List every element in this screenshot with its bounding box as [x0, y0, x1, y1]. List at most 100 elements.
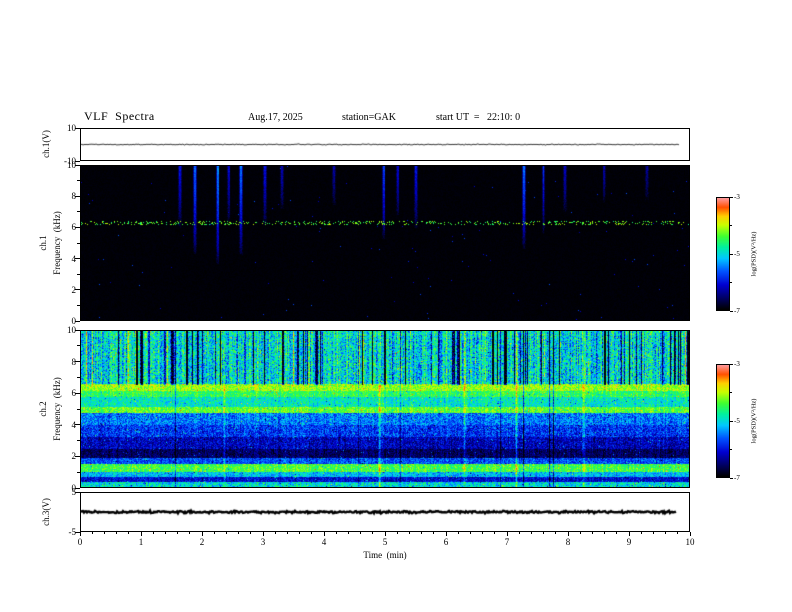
x-minor-tick: [555, 532, 557, 534]
panel-ch1-voltage: [80, 128, 690, 161]
x-minor-tick: [91, 532, 93, 534]
ch1-channel-label: ch.1: [38, 235, 48, 251]
x-tick: [201, 532, 203, 536]
x-tick: [689, 532, 691, 536]
x-minor-tick: [238, 532, 240, 534]
x-minor-tick: [616, 532, 618, 534]
x-minor-tick: [591, 532, 593, 534]
y-minor-tick: [77, 211, 80, 213]
y-minor-tick: [77, 273, 80, 275]
colorbar-ch2: [716, 364, 730, 478]
x-tick-label: 1: [138, 537, 144, 547]
y-tick-label: 8: [71, 191, 77, 202]
ch2-spectrogram-canvas: [81, 331, 689, 487]
ch1-voltage-axis-label: ch.1(V): [41, 130, 51, 158]
x-minor-tick: [250, 532, 252, 534]
x-minor-tick: [274, 532, 276, 534]
colorbar-tick-label: -3: [734, 193, 740, 201]
colorbar-tick: [730, 310, 733, 312]
x-minor-tick: [311, 532, 313, 534]
x-minor-tick: [408, 532, 410, 534]
panel-ch2-spectrogram: [80, 330, 690, 488]
colorbar-tick: [730, 363, 733, 365]
colorbar-ch1-label: log(PSD)(V²/Hz): [750, 231, 758, 277]
x-tick-label: 0: [77, 537, 83, 547]
x-minor-tick: [177, 532, 179, 534]
x-tick-label: 4: [321, 537, 327, 547]
y-minor-tick: [77, 345, 80, 347]
x-minor-tick: [299, 532, 301, 534]
x-minor-tick: [652, 532, 654, 534]
x-minor-tick: [360, 532, 362, 534]
x-tick-label: 5: [382, 537, 388, 547]
x-minor-tick: [421, 532, 423, 534]
colorbar-tick-label: -5: [734, 250, 740, 258]
y-tick-label: 4: [71, 419, 77, 430]
vlf-spectra-figure: VLF Spectra Aug.17, 2025 station=GAK sta…: [0, 0, 792, 612]
ch2-channel-label: ch.2: [38, 401, 48, 417]
y-tick-label: 8: [71, 356, 77, 367]
x-minor-tick: [530, 532, 532, 534]
x-tick-label: 2: [199, 537, 205, 547]
x-minor-tick: [494, 532, 496, 534]
x-minor-tick: [677, 532, 679, 534]
x-tick: [262, 532, 264, 536]
y-tick-label: 10: [67, 325, 76, 335]
x-minor-tick: [347, 532, 349, 534]
x-tick: [384, 532, 386, 536]
x-tick: [506, 532, 508, 536]
y-minor-tick: [77, 180, 80, 182]
x-tick-label: 8: [565, 537, 571, 547]
y-minor-tick: [77, 471, 80, 473]
x-minor-tick: [665, 532, 667, 534]
x-tick: [323, 532, 325, 536]
x-minor-tick: [116, 532, 118, 534]
x-tick: [567, 532, 569, 536]
colorbar-minor-tick: [730, 392, 732, 393]
x-minor-tick: [482, 532, 484, 534]
colorbar-tick: [730, 477, 733, 479]
ch1-voltage-trace-canvas: [81, 129, 689, 160]
ch1-frequency-axis-label: Frequency (kHz): [52, 211, 62, 275]
colorbar-tick-label: -7: [734, 474, 740, 482]
y-minor-tick: [77, 304, 80, 306]
y-minor-tick: [77, 440, 80, 442]
colorbar-tick-label: -5: [734, 417, 740, 425]
figure-date: Aug.17, 2025: [248, 112, 303, 123]
x-tick-label: 10: [685, 537, 695, 547]
colorbar-tick: [730, 420, 733, 422]
y-tick-label: 6: [71, 222, 77, 233]
ch3-voltage-trace-canvas: [81, 493, 689, 531]
ch1-spectrogram-canvas: [81, 166, 689, 320]
y-tick-label: 2: [71, 284, 77, 295]
x-tick: [79, 532, 81, 536]
y-tick-label: -5: [68, 527, 77, 537]
x-tick-label: 3: [260, 537, 266, 547]
figure-title: VLF Spectra: [84, 109, 155, 123]
x-minor-tick: [433, 532, 435, 534]
x-minor-tick: [225, 532, 227, 534]
ch2-frequency-axis-label: Frequency (kHz): [52, 377, 62, 441]
panel-ch1-spectrogram: [80, 165, 690, 321]
x-axis-title: Time (min): [363, 550, 407, 560]
x-minor-tick: [396, 532, 398, 534]
colorbar-tick-label: -3: [734, 360, 740, 368]
start-ut-label: start UT = 22:10: 0: [436, 112, 521, 123]
y-tick-label: 10: [67, 160, 76, 170]
x-minor-tick: [189, 532, 191, 534]
colorbar-tick: [730, 253, 733, 255]
colorbar-ch1: [716, 197, 730, 311]
y-tick-label: 2: [71, 451, 77, 462]
colorbar-minor-tick: [730, 225, 732, 226]
x-minor-tick: [640, 532, 642, 534]
colorbar-tick-label: -7: [734, 307, 740, 315]
x-tick: [445, 532, 447, 536]
colorbar-tick: [730, 196, 733, 198]
x-tick-label: 7: [504, 537, 510, 547]
y-tick-label: 10: [67, 123, 76, 133]
x-tick: [628, 532, 630, 536]
colorbar-ch2-gradient: [717, 365, 729, 477]
x-minor-tick: [335, 532, 337, 534]
x-minor-tick: [164, 532, 166, 534]
x-minor-tick: [469, 532, 471, 534]
